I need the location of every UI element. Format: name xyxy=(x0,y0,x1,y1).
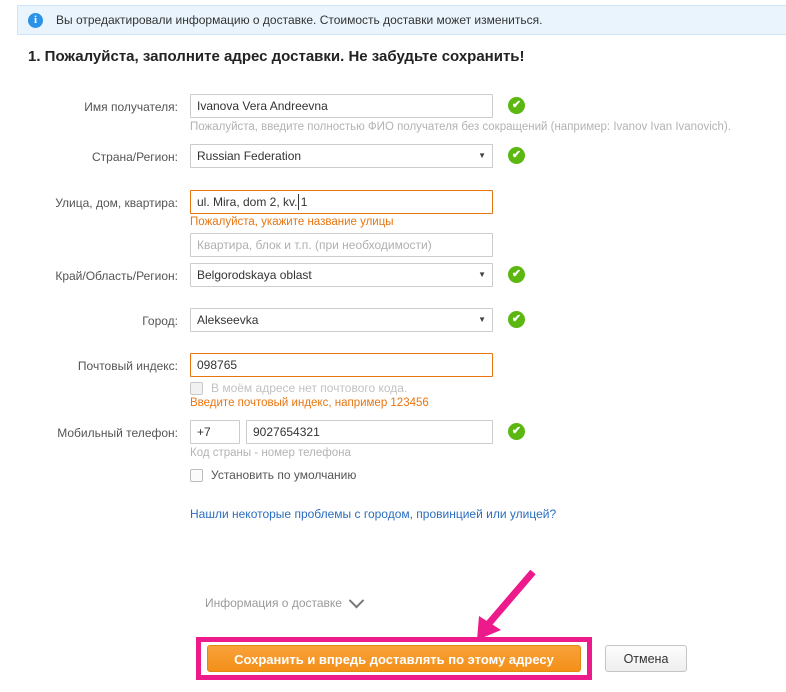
chevron-down-icon xyxy=(348,592,365,608)
country-select[interactable]: Russian Federation ▼ xyxy=(190,144,493,168)
city-select[interactable]: Alekseevka ▼ xyxy=(190,308,493,332)
city-valid-icon: ✔ xyxy=(508,311,525,328)
country-valid-icon: ✔ xyxy=(508,147,525,164)
chevron-down-icon: ▼ xyxy=(478,315,486,324)
label-region: Край/Область/Регион: xyxy=(55,269,178,283)
postal-code-error: Введите почтовый индекс, например 123456 xyxy=(190,397,429,409)
no-postcode-checkbox[interactable] xyxy=(190,381,203,395)
row-street: Улица, дом, квартира: Пожалуйста, укажит… xyxy=(0,190,786,263)
region-select[interactable]: Belgorodskaya oblast ▼ xyxy=(190,263,493,287)
banner-text: Вы отредактировали информацию о доставке… xyxy=(56,13,543,27)
label-country: Страна/Регион: xyxy=(91,150,178,164)
field-street: Пожалуйста, укажите название улицы xyxy=(190,190,786,257)
phone-number-input[interactable] xyxy=(246,420,493,444)
shipping-address-form: Имя получателя: Пожалуйста, введите полн… xyxy=(0,94,786,537)
text-cursor xyxy=(298,194,299,210)
country-select-value: Russian Federation xyxy=(197,149,302,163)
row-postal-code: Почтовый индекс: В моём адресе нет почто… xyxy=(0,353,786,420)
row-region: Край/Область/Регион: Belgorodskaya oblas… xyxy=(0,263,786,308)
info-icon: i xyxy=(28,12,43,28)
row-default-address: Установить по умолчанию xyxy=(0,468,786,507)
postal-code-input[interactable] xyxy=(190,353,493,377)
label-city: Город: xyxy=(142,314,178,328)
apartment-input[interactable] xyxy=(190,233,493,257)
phone-country-code-input[interactable] xyxy=(190,420,240,444)
field-phone: Код страны - номер телефона ✔ xyxy=(190,420,786,459)
no-postcode-row[interactable]: В моём адресе нет почтового кода. xyxy=(190,381,786,395)
phone-valid-icon: ✔ xyxy=(508,423,525,440)
field-default-address: Установить по умолчанию xyxy=(190,468,786,482)
annotation-arrow-icon xyxy=(477,569,536,640)
row-problem-link: Нашли некоторые проблемы с городом, пров… xyxy=(0,507,786,537)
default-address-row[interactable]: Установить по умолчанию xyxy=(190,468,786,482)
cancel-button[interactable]: Отмена xyxy=(605,645,687,672)
recipient-valid-icon: ✔ xyxy=(508,97,525,114)
delivery-info-label: Информация о доставке xyxy=(205,596,342,610)
page-title: 1. Пожалуйста, заполните адрес доставки.… xyxy=(28,48,525,65)
field-country: Russian Federation ▼ ✔ xyxy=(190,144,786,168)
label-street: Улица, дом, квартира: xyxy=(55,196,178,210)
row-phone: Мобильный телефон: Код страны - номер те… xyxy=(0,420,786,468)
phone-inputs xyxy=(190,420,786,444)
recipient-name-hint: Пожалуйста, введите полностью ФИО получа… xyxy=(190,121,731,133)
region-select-value: Belgorodskaya oblast xyxy=(197,268,312,282)
field-city: Alekseevka ▼ ✔ xyxy=(190,308,786,332)
chevron-down-icon: ▼ xyxy=(478,270,486,279)
delivery-edited-banner: i Вы отредактировали информацию о достав… xyxy=(17,5,786,35)
default-address-label: Установить по умолчанию xyxy=(211,468,357,482)
field-recipient-name: Пожалуйста, введите полностью ФИО получа… xyxy=(190,94,786,133)
city-select-value: Alekseevka xyxy=(197,313,259,327)
region-valid-icon: ✔ xyxy=(508,266,525,283)
phone-hint: Код страны - номер телефона xyxy=(190,447,351,459)
label-recipient-name: Имя получателя: xyxy=(84,100,178,114)
field-postal-code: В моём адресе нет почтового кода. Введит… xyxy=(190,353,786,409)
save-address-button[interactable]: Сохранить и впредь доставлять по этому а… xyxy=(207,645,581,672)
label-phone: Мобильный телефон: xyxy=(57,426,178,440)
delivery-info-toggle[interactable]: Информация о доставке xyxy=(205,592,365,610)
field-region: Belgorodskaya oblast ▼ ✔ xyxy=(190,263,786,287)
street-input[interactable] xyxy=(190,190,493,214)
no-postcode-label: В моём адресе нет почтового кода. xyxy=(211,381,408,395)
field-problem-link: Нашли некоторые проблемы с городом, пров… xyxy=(190,507,786,521)
address-problem-link[interactable]: Нашли некоторые проблемы с городом, пров… xyxy=(190,507,556,521)
recipient-name-input[interactable] xyxy=(190,94,493,118)
street-error: Пожалуйста, укажите название улицы xyxy=(190,216,394,228)
row-recipient-name: Имя получателя: Пожалуйста, введите полн… xyxy=(0,94,786,144)
row-city: Город: Alekseevka ▼ ✔ xyxy=(0,308,786,353)
chevron-down-icon: ▼ xyxy=(478,151,486,160)
label-postal-code: Почтовый индекс: xyxy=(77,359,178,373)
row-country: Страна/Регион: Russian Federation ▼ ✔ xyxy=(0,144,786,190)
default-address-checkbox[interactable] xyxy=(190,468,203,482)
